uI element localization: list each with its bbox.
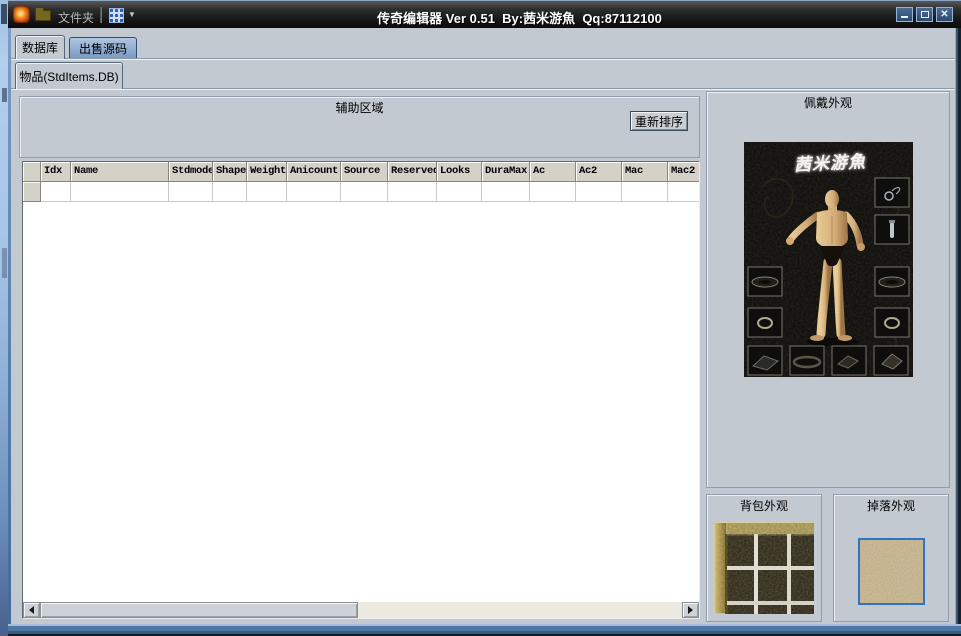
minimize-icon	[901, 16, 908, 18]
triangle-right-icon	[688, 606, 693, 614]
grid-corner-cell[interactable]	[23, 162, 41, 182]
items-tab-page: 辅助区域 重新排序 Idx Name Stdmode Shape Weight …	[11, 88, 955, 624]
grid-cell[interactable]	[668, 182, 700, 202]
background-window-fragment	[2, 248, 7, 278]
background-window-fragment	[2, 88, 7, 102]
grid-cell[interactable]	[41, 182, 71, 202]
column-header-anicount[interactable]: Anicount	[287, 162, 341, 182]
grid-header-row: Idx Name Stdmode Shape Weight Anicount S…	[23, 162, 700, 182]
background-window-fragment	[1, 4, 7, 24]
close-button[interactable]: ✕	[936, 7, 953, 22]
column-header-ac[interactable]: Ac	[530, 162, 576, 182]
column-header-duramax[interactable]: DuraMax	[482, 162, 530, 182]
app-window: 文件夹 ▼ 传奇编辑器 Ver 0.51 By:茜米游魚 Qq:87112100…	[8, 0, 961, 636]
wear-preview-groupbox: 佩戴外观	[706, 91, 950, 488]
window-client-area: 数据库 出售源码 物品(StdItems.DB) 怪物(Monster.DB) …	[11, 28, 955, 624]
row-selector-cell[interactable]	[23, 182, 41, 202]
bag-preview-groupbox: 背包外观	[706, 494, 822, 622]
column-header-ac2[interactable]: Ac2	[576, 162, 622, 182]
aux-area-groupbox: 辅助区域 重新排序	[19, 96, 700, 158]
grid-cell[interactable]	[437, 182, 482, 202]
wear-preview-title: 佩戴外观	[800, 94, 856, 111]
grid-cell[interactable]	[247, 182, 287, 202]
grid-cell[interactable]	[622, 182, 668, 202]
svg-text:茜米游魚: 茜米游魚	[794, 152, 867, 175]
background-window-edge	[0, 0, 8, 636]
column-header-source[interactable]: Source	[341, 162, 388, 182]
window-frame-bottom	[8, 624, 961, 636]
grid-cell[interactable]	[213, 182, 247, 202]
folder-icon[interactable]	[35, 10, 51, 21]
column-header-shape[interactable]: Shape	[213, 162, 247, 182]
column-header-reserved[interactable]: Reserved	[388, 162, 437, 182]
titlebar[interactable]: 文件夹 ▼ 传奇编辑器 Ver 0.51 By:茜米游魚 Qq:87112100…	[8, 0, 961, 28]
window-title: 传奇编辑器 Ver 0.51 By:茜米游魚 Qq:87112100	[158, 8, 881, 27]
tab-database[interactable]: 数据库	[15, 35, 65, 59]
scrollbar-thumb[interactable]	[40, 602, 358, 618]
grid-cell[interactable]	[71, 182, 169, 202]
toolbar-separator	[100, 7, 101, 23]
column-header-name[interactable]: Name	[71, 162, 169, 182]
grid-cell[interactable]	[482, 182, 530, 202]
resort-button[interactable]: 重新排序	[630, 111, 688, 131]
triangle-left-icon	[29, 606, 34, 614]
scroll-left-button[interactable]	[23, 602, 40, 618]
horizontal-scrollbar[interactable]	[23, 602, 699, 618]
table-row[interactable]	[23, 182, 700, 202]
potion-slot-item	[890, 222, 894, 238]
column-header-mac2[interactable]: Mac2	[668, 162, 700, 182]
grid-cell[interactable]	[576, 182, 622, 202]
grid-cell[interactable]	[388, 182, 437, 202]
items-data-grid[interactable]: Idx Name Stdmode Shape Weight Anicount S…	[22, 161, 700, 619]
bag-preview-title: 背包外观	[736, 497, 792, 514]
column-header-idx[interactable]: Idx	[41, 162, 71, 182]
window-controls: ✕	[893, 7, 953, 22]
column-header-weight[interactable]: Weight	[247, 162, 287, 182]
window-frame-right	[955, 28, 961, 636]
close-icon: ✕	[940, 10, 948, 20]
scroll-right-button[interactable]	[682, 602, 699, 618]
signature-text: 茜米游魚 茜米游魚	[794, 152, 867, 175]
column-header-stdmode[interactable]: Stdmode	[169, 162, 213, 182]
tab-sell-source[interactable]: 出售源码	[69, 37, 137, 59]
grid-cell[interactable]	[287, 182, 341, 202]
maximize-button[interactable]	[916, 7, 933, 22]
tab-items-stditems-db[interactable]: 物品(StdItems.DB)	[15, 62, 123, 89]
wear-preview-image: 茜米游魚 茜米游魚	[744, 142, 913, 377]
toolbar-folder-label[interactable]: 文件夹	[58, 9, 94, 26]
drop-preview-image	[858, 538, 925, 605]
grid-view-icon[interactable]	[109, 8, 124, 23]
grid-cell[interactable]	[169, 182, 213, 202]
column-header-mac[interactable]: Mac	[622, 162, 668, 182]
drop-preview-groupbox: 掉落外观	[833, 494, 949, 622]
grid-cell[interactable]	[341, 182, 388, 202]
minimize-button[interactable]	[896, 7, 913, 22]
app-logo-icon[interactable]	[13, 6, 30, 23]
bag-preview-image	[714, 522, 814, 614]
column-header-looks[interactable]: Looks	[437, 162, 482, 182]
aux-area-title: 辅助区域	[331, 99, 387, 116]
drop-preview-title: 掉落外观	[863, 497, 919, 514]
grid-cell[interactable]	[530, 182, 576, 202]
chevron-down-icon[interactable]: ▼	[128, 10, 136, 19]
maximize-icon	[921, 11, 929, 18]
